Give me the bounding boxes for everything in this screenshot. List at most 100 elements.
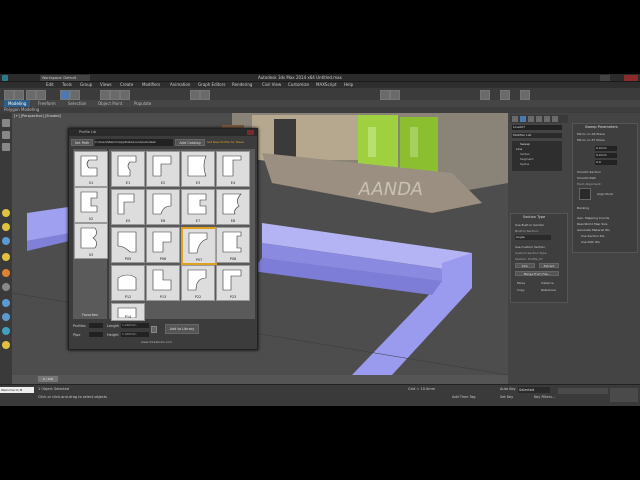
snap-icon[interactable] [190, 90, 200, 100]
minimize-icon[interactable] [600, 75, 610, 81]
instance-radio[interactable]: Instance [541, 281, 554, 285]
height-field[interactable]: 1.000mm [121, 332, 149, 337]
profile-thumb[interactable]: P23 [216, 265, 250, 301]
add-time-tag[interactable]: Add Time Tag [452, 395, 476, 399]
key-filters-button[interactable]: Key Filters... [534, 395, 555, 399]
rotate-icon[interactable] [110, 90, 120, 100]
y-offset-field[interactable]: 0.0mm [595, 153, 617, 158]
add-catalog-button[interactable]: Add Catalog [175, 139, 205, 146]
use-section-ids-radio[interactable]: Use Section IDs [581, 234, 604, 238]
banking-checkbox[interactable]: Banking [577, 206, 589, 210]
use-builtin-radio[interactable]: Use Built-In Section [515, 223, 544, 227]
profile-thumb-selected[interactable]: P07 [181, 227, 217, 265]
path-field[interactable]: C:\Users\Benlin\AppData\Local\Autodesk [95, 139, 173, 146]
auto-key-button[interactable]: Auto Key [500, 387, 516, 391]
smooth-section-checkbox[interactable]: Smooth Section [577, 170, 601, 174]
website-label[interactable]: www.3d-kstudio.com [141, 340, 172, 344]
tool-icon[interactable] [2, 119, 10, 127]
tool-icon[interactable] [2, 283, 10, 291]
profile-thumb[interactable]: E3 [181, 151, 215, 187]
reference-radio[interactable]: Reference [541, 288, 556, 292]
modifier-list-dropdown[interactable]: Modifier List [512, 133, 562, 138]
stack-item[interactable]: Segment [520, 157, 534, 161]
favorite-thumb[interactable]: 02 [74, 187, 108, 223]
app-logo-icon[interactable] [2, 75, 8, 81]
tab-selection[interactable]: Selection [68, 100, 86, 107]
stack-item[interactable]: Vertex [520, 152, 530, 156]
real-world-checkbox[interactable]: Real-World Map Size [577, 222, 607, 226]
redo-icon[interactable] [14, 90, 24, 100]
align-icon[interactable] [390, 90, 400, 100]
add-to-library-button[interactable]: Add to Library [165, 324, 199, 334]
scale-icon[interactable] [120, 90, 130, 100]
profile-thumb[interactable]: E8 [216, 189, 250, 225]
utilities-tab-icon[interactable] [552, 116, 558, 122]
move-radio[interactable]: Move [517, 281, 525, 285]
smooth-path-checkbox[interactable]: Smooth Path [577, 176, 596, 180]
tool-icon[interactable] [2, 327, 10, 335]
use-custom-radio[interactable]: Use Custom Section [515, 245, 545, 249]
create-tab-icon[interactable] [512, 116, 518, 122]
pivot-grid[interactable] [579, 188, 591, 200]
viewport-label[interactable]: [+] [Perspective] [Shaded] [14, 114, 61, 118]
stack-item[interactable]: Sweep [520, 142, 530, 146]
angle-snap-icon[interactable] [200, 90, 210, 100]
tool-icon[interactable] [2, 313, 10, 321]
set-path-button[interactable]: Set Path [71, 139, 93, 146]
tool-icon[interactable] [2, 237, 10, 245]
profile-thumb[interactable]: E2 [146, 151, 180, 187]
builtin-dropdown[interactable]: Angle [515, 235, 551, 240]
profile-thumb[interactable]: E1 [111, 151, 145, 187]
set-new-profile-link[interactable]: Set New Profile for Tessa [207, 140, 244, 144]
tool-icon[interactable] [2, 341, 10, 349]
tool-icon[interactable] [2, 209, 10, 217]
profile-thumb[interactable]: E7 [181, 189, 215, 225]
link-icon[interactable] [26, 90, 36, 100]
pipe-field[interactable] [89, 332, 103, 337]
favorite-thumb[interactable]: 01 [74, 151, 108, 187]
nav-controls[interactable] [610, 388, 638, 402]
stack-item[interactable]: Spline [520, 162, 529, 166]
use-path-ids-radio[interactable]: Use Path IDs [581, 240, 600, 244]
tool-icon[interactable] [2, 269, 10, 277]
undo-icon[interactable] [4, 90, 14, 100]
profile-thumb[interactable]: P08 [216, 227, 250, 263]
profile-thumb[interactable]: P13 [146, 265, 180, 301]
object-name-field[interactable]: Line007 [512, 125, 562, 130]
mirror-icon[interactable] [380, 90, 390, 100]
display-tab-icon[interactable] [544, 116, 550, 122]
material-editor-icon[interactable] [480, 90, 490, 100]
tool-icon[interactable] [2, 253, 10, 261]
maxscript-listener[interactable]: Welcome to M [0, 387, 34, 393]
render-icon[interactable] [520, 90, 530, 100]
profile-thumb[interactable]: P05 [111, 227, 145, 263]
length-field[interactable]: 1.000mm [121, 323, 149, 328]
stack-item[interactable]: Line [516, 147, 522, 151]
tool-icon[interactable] [2, 223, 10, 231]
x-offset-field[interactable]: 0.0mm [595, 146, 617, 151]
motion-tab-icon[interactable] [536, 116, 542, 122]
angle-field[interactable]: 0.0 [595, 160, 617, 165]
render-setup-icon[interactable] [500, 90, 510, 100]
select-by-name-icon[interactable] [70, 90, 80, 100]
merge-from-file-button[interactable]: Merge From File... [515, 271, 559, 276]
section-type-title[interactable]: Section Type [523, 215, 545, 219]
tab-modeling[interactable]: Modeling [4, 100, 31, 107]
selected-dropdown[interactable]: Selected [518, 387, 550, 393]
pick-button[interactable]: Pick [515, 263, 535, 268]
playback-controls[interactable] [558, 388, 608, 394]
move-icon[interactable] [100, 90, 110, 100]
tab-populate[interactable]: Populate [134, 100, 151, 107]
sweep-params-title[interactable]: Sweep Parameters [585, 125, 618, 129]
favorite-thumb[interactable]: 03 [74, 223, 108, 259]
profile-thumb[interactable]: P14 [111, 303, 145, 321]
dialog-close-icon[interactable] [247, 130, 254, 135]
hierarchy-tab-icon[interactable] [528, 116, 534, 122]
dialog-titlebar[interactable]: Profile Lib [69, 129, 257, 136]
time-slider[interactable]: 0 / 100 [38, 376, 58, 382]
close-icon[interactable] [624, 75, 638, 81]
mirror-xy-checkbox[interactable]: Mirror on XY Plane [577, 138, 605, 142]
profile-thumb[interactable]: P06 [146, 227, 180, 263]
modify-tab-icon[interactable] [520, 116, 526, 122]
gen-material-ids-checkbox[interactable]: Generate Material IDs [577, 228, 610, 232]
